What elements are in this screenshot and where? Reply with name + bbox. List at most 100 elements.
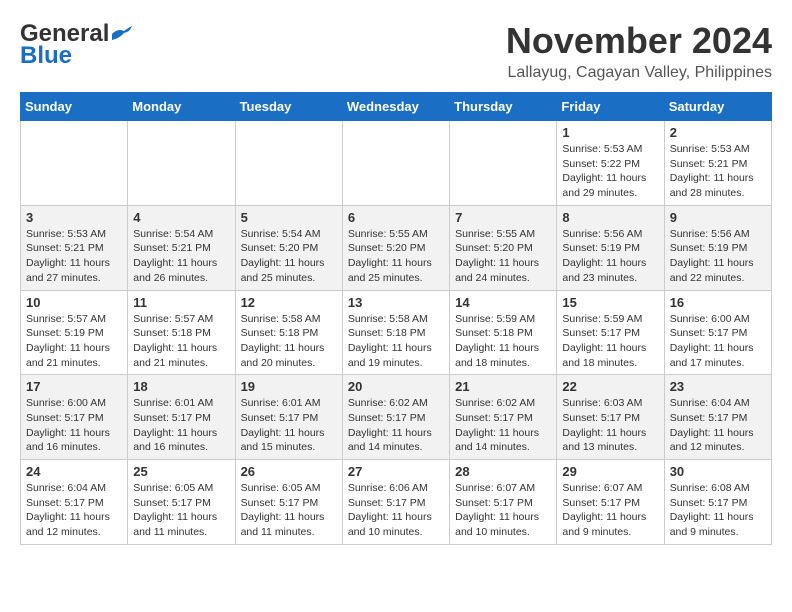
logo-bird-icon [110, 26, 132, 42]
calendar-week-row: 1 Sunrise: 5:53 AM Sunset: 5:22 PM Daylig… [21, 121, 772, 206]
day-info: Sunrise: 5:54 AM Sunset: 5:20 PM Dayligh… [241, 227, 337, 286]
day-info: Sunrise: 6:02 AM Sunset: 5:17 PM Dayligh… [455, 396, 551, 455]
calendar-cell: 3Sunrise: 5:53 AM Sunset: 5:21 PM Daylig… [21, 205, 128, 290]
day-info: Sunrise: 6:00 AM Sunset: 5:17 PM Dayligh… [670, 312, 766, 371]
day-info: Sunrise: 5:53 AM Sunset: 5:21 PM Dayligh… [26, 227, 122, 286]
day-info: Sunrise: 5:55 AM Sunset: 5:20 PM Dayligh… [348, 227, 444, 286]
day-number: 2 [670, 125, 766, 140]
calendar-cell: 4 Sunrise: 5:54 AM Sunset: 5:21 PM Daylig… [128, 205, 235, 290]
calendar-cell: 16Sunrise: 6:00 AM Sunset: 5:17 PM Dayli… [664, 290, 771, 375]
calendar-cell: 17Sunrise: 6:00 AM Sunset: 5:17 PM Dayli… [21, 375, 128, 460]
calendar-cell [450, 121, 557, 206]
day-number: 26 [241, 464, 337, 479]
weekday-header-thursday: Thursday [450, 93, 557, 121]
day-info: Sunrise: 6:08 AM Sunset: 5:17 PM Dayligh… [670, 481, 766, 540]
day-info: Sunrise: 6:00 AM Sunset: 5:17 PM Dayligh… [26, 396, 122, 455]
day-info: Sunrise: 5:54 AM Sunset: 5:21 PM Dayligh… [133, 227, 229, 286]
weekday-header-tuesday: Tuesday [235, 93, 342, 121]
day-info: Sunrise: 5:56 AM Sunset: 5:19 PM Dayligh… [670, 227, 766, 286]
calendar-cell: 5Sunrise: 5:54 AM Sunset: 5:20 PM Daylig… [235, 205, 342, 290]
calendar-cell: 12 Sunrise: 5:58 AM Sunset: 5:18 PM Dayli… [235, 290, 342, 375]
weekday-header-wednesday: Wednesday [342, 93, 449, 121]
calendar-cell [342, 121, 449, 206]
calendar-week-row: 3Sunrise: 5:53 AM Sunset: 5:21 PM Daylig… [21, 205, 772, 290]
day-number: 27 [348, 464, 444, 479]
logo-blue: Blue [20, 42, 72, 70]
day-info: Sunrise: 5:57 AM Sunset: 5:18 PM Dayligh… [133, 312, 229, 371]
calendar-cell: 9Sunrise: 5:56 AM Sunset: 5:19 PM Daylig… [664, 205, 771, 290]
day-info: Sunrise: 5:59 AM Sunset: 5:18 PM Dayligh… [455, 312, 551, 371]
day-number: 15 [562, 295, 658, 310]
day-number: 18 [133, 379, 229, 394]
calendar-week-row: 10Sunrise: 5:57 AM Sunset: 5:19 PM Dayli… [21, 290, 772, 375]
day-info: Sunrise: 5:56 AM Sunset: 5:19 PM Dayligh… [562, 227, 658, 286]
calendar-cell: 28Sunrise: 6:07 AM Sunset: 5:17 PM Dayli… [450, 460, 557, 545]
day-number: 21 [455, 379, 551, 394]
calendar-cell: 18 Sunrise: 6:01 AM Sunset: 5:17 PM Dayli… [128, 375, 235, 460]
day-number: 8 [562, 210, 658, 225]
day-info: Sunrise: 6:02 AM Sunset: 5:17 PM Dayligh… [348, 396, 444, 455]
calendar-cell [128, 121, 235, 206]
calendar-cell: 14 Sunrise: 5:59 AM Sunset: 5:18 PM Dayli… [450, 290, 557, 375]
day-number: 1 [562, 125, 658, 140]
day-number: 6 [348, 210, 444, 225]
calendar-cell: 20 Sunrise: 6:02 AM Sunset: 5:17 PM Dayli… [342, 375, 449, 460]
day-number: 25 [133, 464, 229, 479]
day-number: 11 [133, 295, 229, 310]
day-number: 20 [348, 379, 444, 394]
day-number: 30 [670, 464, 766, 479]
weekday-header-sunday: Sunday [21, 93, 128, 121]
day-info: Sunrise: 6:03 AM Sunset: 5:17 PM Dayligh… [562, 396, 658, 455]
day-number: 29 [562, 464, 658, 479]
calendar-week-row: 17Sunrise: 6:00 AM Sunset: 5:17 PM Dayli… [21, 375, 772, 460]
calendar-header-row: SundayMondayTuesdayWednesdayThursdayFrid… [21, 93, 772, 121]
day-info: Sunrise: 5:53 AM Sunset: 5:21 PM Dayligh… [670, 142, 766, 201]
day-number: 24 [26, 464, 122, 479]
day-number: 4 [133, 210, 229, 225]
day-number: 14 [455, 295, 551, 310]
day-info: Sunrise: 5:57 AM Sunset: 5:19 PM Dayligh… [26, 312, 122, 371]
calendar-week-row: 24Sunrise: 6:04 AM Sunset: 5:17 PM Dayli… [21, 460, 772, 545]
day-info: Sunrise: 6:01 AM Sunset: 5:17 PM Dayligh… [241, 396, 337, 455]
calendar-cell: 30 Sunrise: 6:08 AM Sunset: 5:17 PM Dayli… [664, 460, 771, 545]
calendar-cell: 27 Sunrise: 6:06 AM Sunset: 5:17 PM Dayli… [342, 460, 449, 545]
day-info: Sunrise: 6:06 AM Sunset: 5:17 PM Dayligh… [348, 481, 444, 540]
calendar-cell: 11 Sunrise: 5:57 AM Sunset: 5:18 PM Dayli… [128, 290, 235, 375]
calendar-cell: 21 Sunrise: 6:02 AM Sunset: 5:17 PM Dayli… [450, 375, 557, 460]
calendar-cell: 23 Sunrise: 6:04 AM Sunset: 5:17 PM Dayli… [664, 375, 771, 460]
day-info: Sunrise: 6:01 AM Sunset: 5:17 PM Dayligh… [133, 396, 229, 455]
day-info: Sunrise: 5:58 AM Sunset: 5:18 PM Dayligh… [241, 312, 337, 371]
day-number: 7 [455, 210, 551, 225]
calendar-cell: 8 Sunrise: 5:56 AM Sunset: 5:19 PM Daylig… [557, 205, 664, 290]
day-info: Sunrise: 6:05 AM Sunset: 5:17 PM Dayligh… [133, 481, 229, 540]
weekday-header-saturday: Saturday [664, 93, 771, 121]
calendar-cell [235, 121, 342, 206]
calendar-cell: 10Sunrise: 5:57 AM Sunset: 5:19 PM Dayli… [21, 290, 128, 375]
day-info: Sunrise: 6:07 AM Sunset: 5:17 PM Dayligh… [562, 481, 658, 540]
calendar-cell: 13 Sunrise: 5:58 AM Sunset: 5:18 PM Dayli… [342, 290, 449, 375]
day-info: Sunrise: 5:55 AM Sunset: 5:20 PM Dayligh… [455, 227, 551, 286]
calendar-cell: 19 Sunrise: 6:01 AM Sunset: 5:17 PM Dayli… [235, 375, 342, 460]
calendar-cell: 6 Sunrise: 5:55 AM Sunset: 5:20 PM Daylig… [342, 205, 449, 290]
day-info: Sunrise: 5:58 AM Sunset: 5:18 PM Dayligh… [348, 312, 444, 371]
calendar-cell: 25 Sunrise: 6:05 AM Sunset: 5:17 PM Dayli… [128, 460, 235, 545]
logo: General Blue [20, 20, 133, 70]
day-info: Sunrise: 6:04 AM Sunset: 5:17 PM Dayligh… [670, 396, 766, 455]
calendar-cell: 29 Sunrise: 6:07 AM Sunset: 5:17 PM Dayli… [557, 460, 664, 545]
calendar-cell: 24Sunrise: 6:04 AM Sunset: 5:17 PM Dayli… [21, 460, 128, 545]
day-number: 19 [241, 379, 337, 394]
location-title: Lallayug, Cagayan Valley, Philippines [506, 64, 772, 82]
calendar-cell: 26Sunrise: 6:05 AM Sunset: 5:17 PM Dayli… [235, 460, 342, 545]
calendar-table: SundayMondayTuesdayWednesdayThursdayFrid… [20, 92, 772, 545]
month-title: November 2024 [506, 20, 772, 62]
calendar-cell: 22Sunrise: 6:03 AM Sunset: 5:17 PM Dayli… [557, 375, 664, 460]
page-header: General Blue November 2024 Lallayug, Cag… [20, 20, 772, 82]
day-number: 23 [670, 379, 766, 394]
day-number: 28 [455, 464, 551, 479]
weekday-header-monday: Monday [128, 93, 235, 121]
day-number: 12 [241, 295, 337, 310]
calendar-cell: 1 Sunrise: 5:53 AM Sunset: 5:22 PM Daylig… [557, 121, 664, 206]
calendar-cell: 7 Sunrise: 5:55 AM Sunset: 5:20 PM Daylig… [450, 205, 557, 290]
day-number: 13 [348, 295, 444, 310]
day-info: Sunrise: 5:53 AM Sunset: 5:22 PM Dayligh… [562, 142, 658, 201]
